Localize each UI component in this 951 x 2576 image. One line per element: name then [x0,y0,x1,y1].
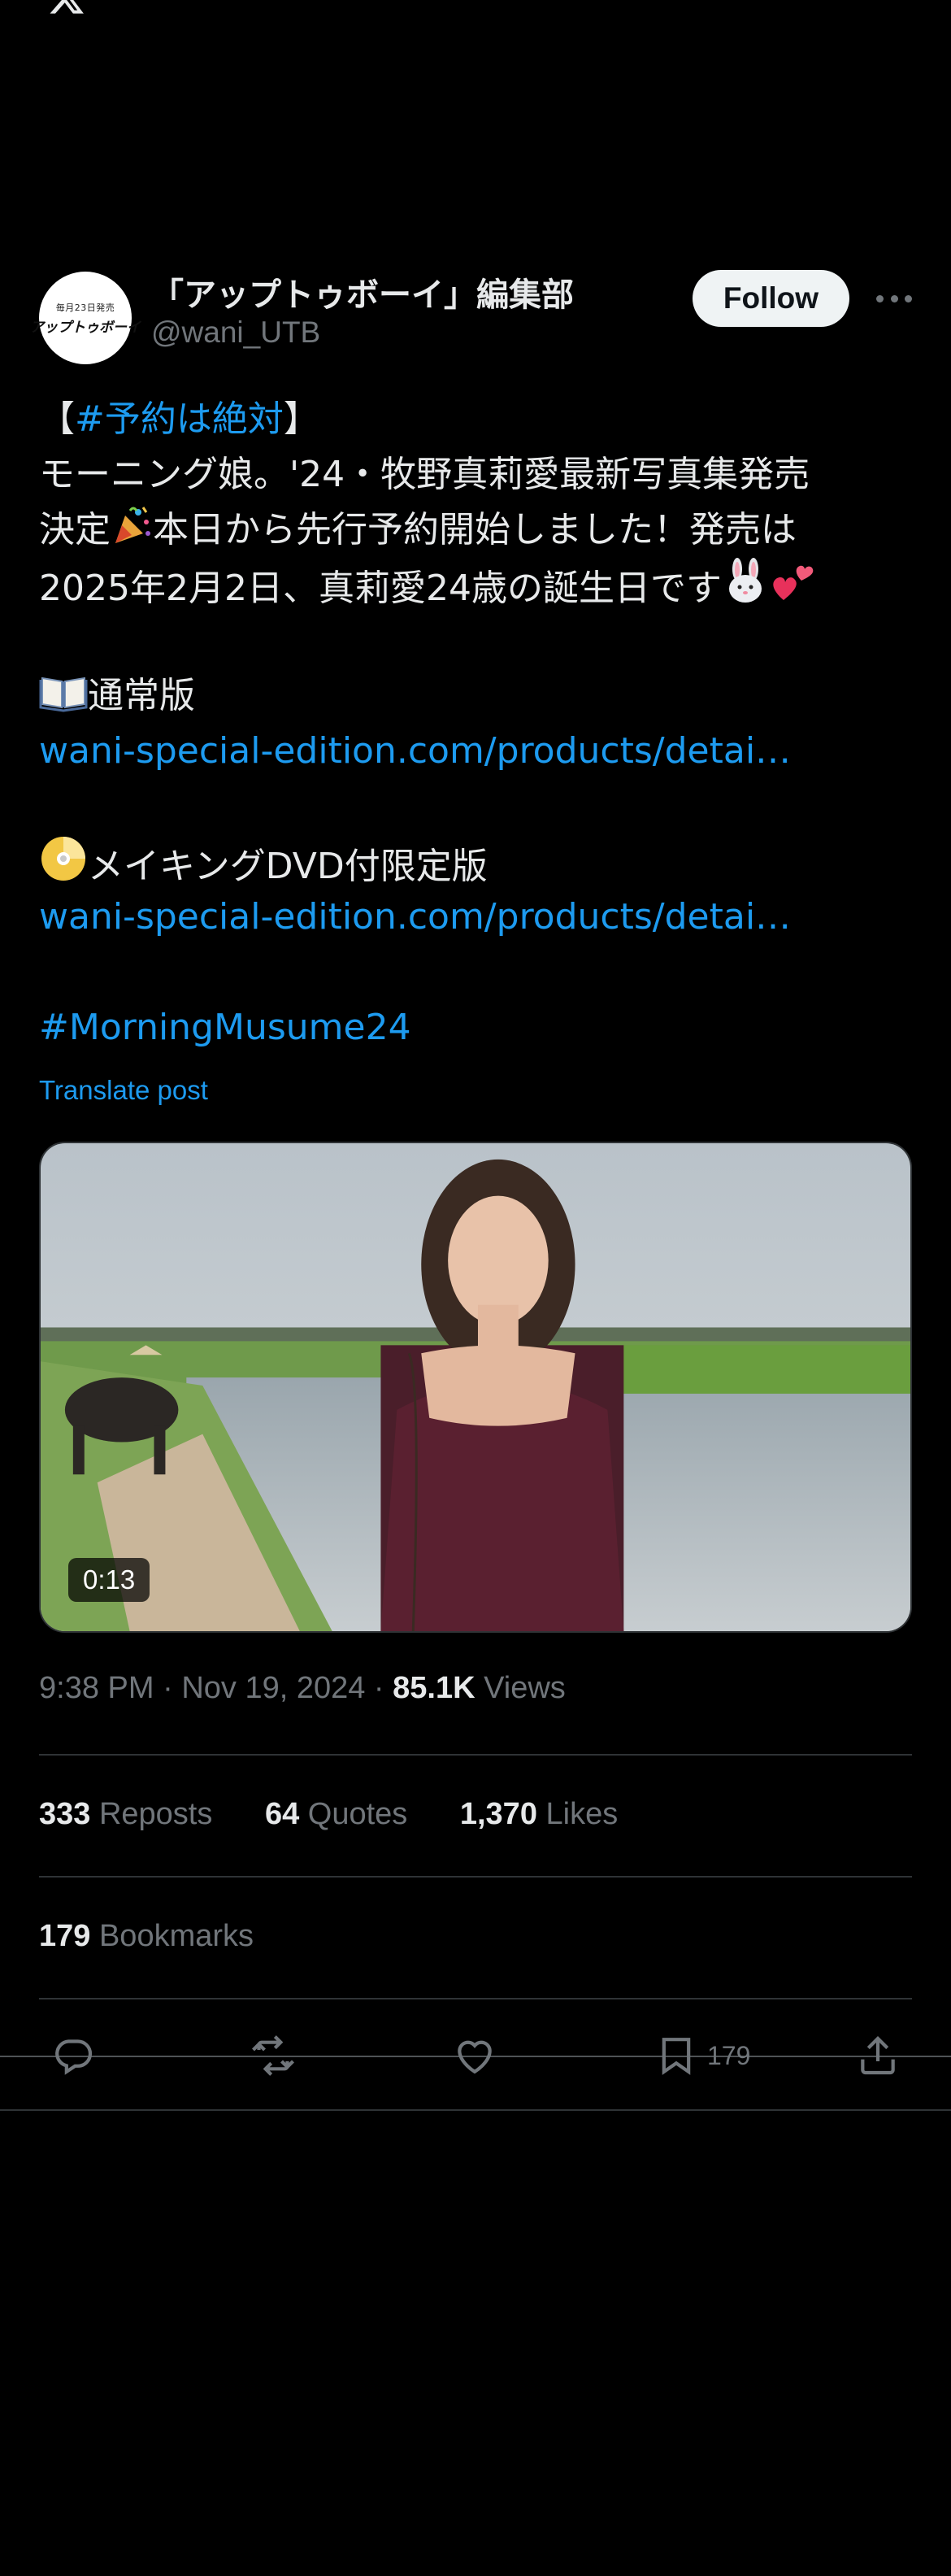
dvd-edition-link[interactable]: wani-special-edition.com/products/detai… [39,890,917,945]
author-handle[interactable]: @wani_UTB [151,315,320,350]
post-line-4: 2025年2月2日、真莉愛24歳の誕生日です [39,558,917,613]
more-icon[interactable] [876,286,912,311]
divider [0,2056,951,2057]
regular-edition-link[interactable]: wani-special-edition.com/products/detai… [39,724,917,779]
post-line-3: 決定 本日から先行予約開始しました！発売は [39,503,917,558]
post-header: 毎月23日発売 アップトゥボーイ 「アップトゥボーイ」編集部 @wani_UTB… [30,268,912,366]
translate-post-link[interactable]: Translate post [39,1075,208,1106]
likes-stat[interactable]: 1,370 Likes [460,1797,618,1832]
post-text: 【#予約は絶対】 モーニング娘。'24・牧野真莉愛最新写真集発売 決定 本日から先… [39,392,917,1055]
bracket-close: 】 [283,398,319,440]
views-label: Views [475,1671,566,1705]
divider [0,2109,951,2111]
post-date[interactable]: Nov 19, 2024 [181,1671,365,1705]
divider [39,1754,912,1756]
post-meta: 9:38 PM · Nov 19, 2024 · 85.1K Views [39,1671,566,1705]
post-line-2: モーニング娘。'24・牧野真莉愛最新写真集発売 [39,454,810,495]
reposts-stat[interactable]: 333 Reposts [39,1797,212,1832]
divider [39,1876,912,1878]
regular-edition-line: 通常版 [39,668,917,724]
dvd-edition-label: メイキングDVD付限定版 [88,846,488,887]
post-line-1: 【#予約は絶対】 [39,392,917,447]
video-thumbnail [41,1143,910,1631]
rabbit-face-icon [722,558,769,621]
engagement-stats: 333 Reposts 64 Quotes 1,370 Likes [39,1797,662,1832]
bracket-open: 【 [39,398,75,440]
x-logo-icon[interactable] [39,0,94,16]
avatar[interactable]: 毎月23日発売 アップトゥボーイ [30,272,141,364]
video-player[interactable]: 0:13 [39,1142,912,1633]
hashtag-link[interactable]: #予約は絶対 [75,398,284,440]
follow-button[interactable]: Follow [693,270,849,327]
bookmarks-stat: 179 Bookmarks [39,1919,254,1953]
author-name[interactable]: 「アップトゥボーイ」編集部 [151,268,574,315]
party-popper-icon [111,504,153,563]
video-duration: 0:13 [68,1558,150,1602]
divider [39,1998,912,1999]
open-book-icon [39,670,88,729]
regular-edition-label: 通常版 [88,675,195,716]
avatar-logo-text: アップトゥボーイ [30,319,141,336]
two-hearts-icon [769,558,816,621]
avatar-caption: 毎月23日発売 [55,302,115,313]
hashtag-morning-musume[interactable]: #MorningMusume24 [39,1000,917,1055]
dvd-edition-line: メイキングDVD付限定版 [39,834,917,890]
post-time[interactable]: 9:38 PM [39,1671,154,1705]
views-count: 85.1K [393,1671,476,1705]
quotes-stat[interactable]: 64 Quotes [265,1797,407,1832]
